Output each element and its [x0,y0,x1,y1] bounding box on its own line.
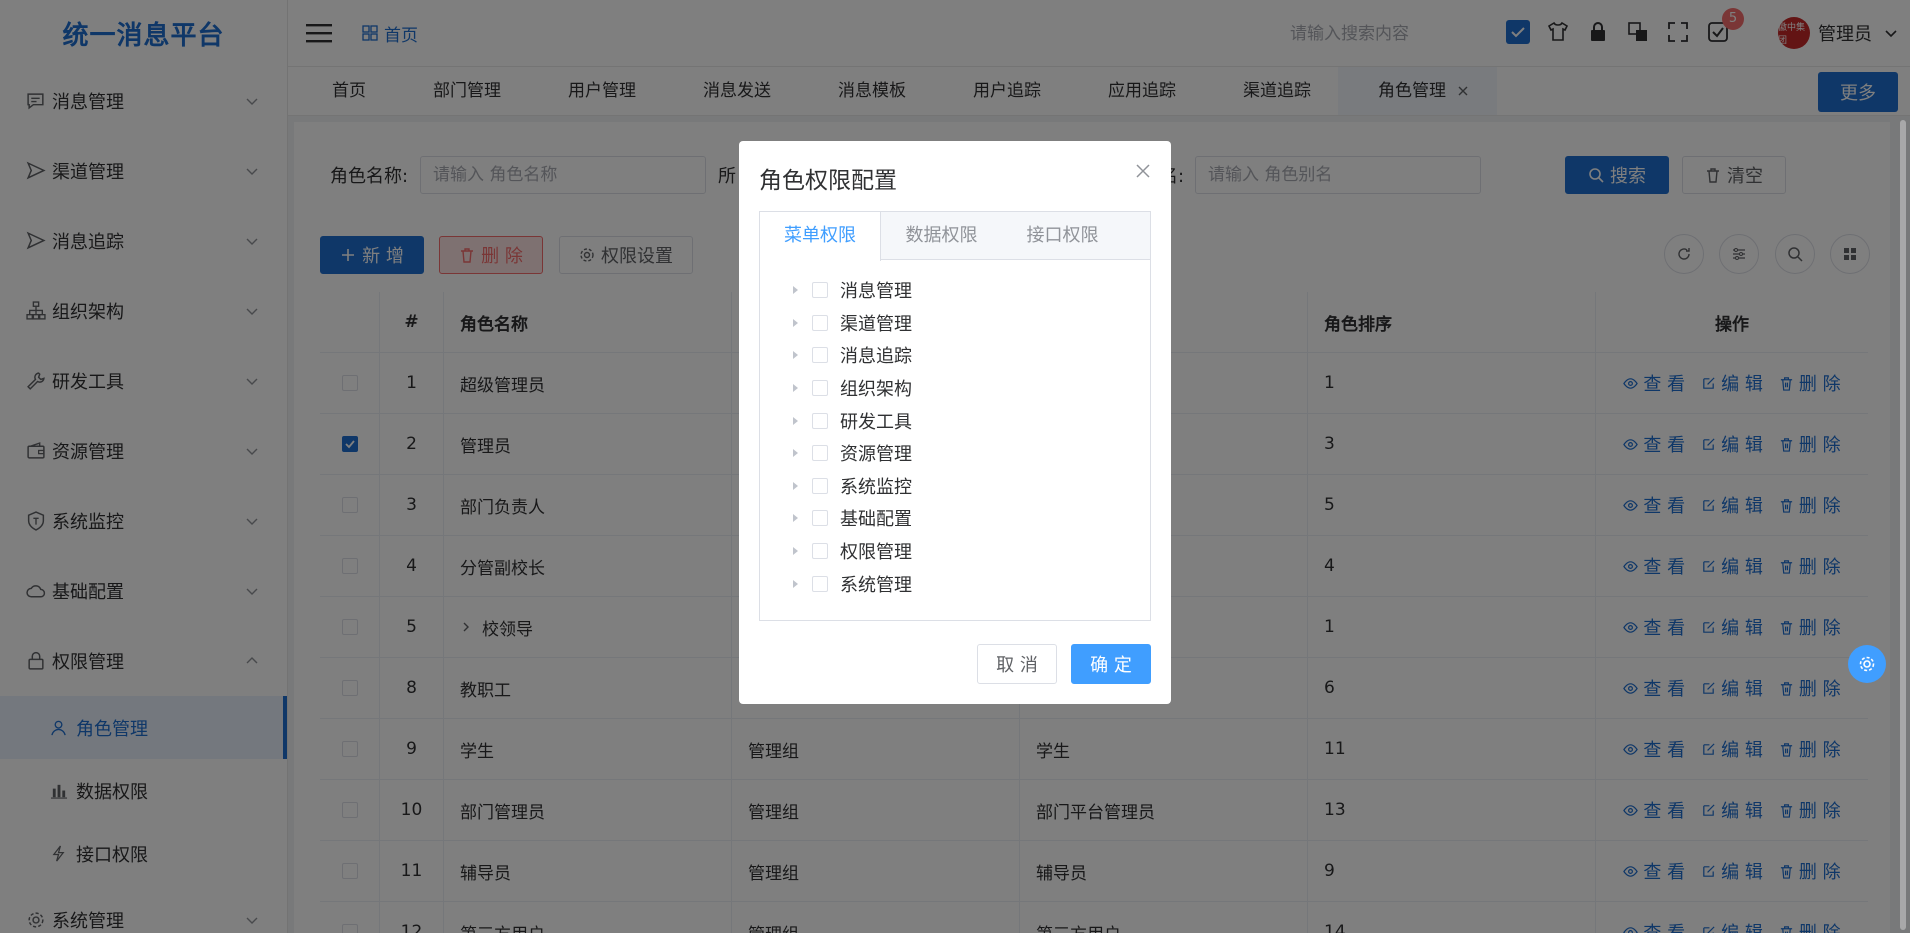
tree-checkbox[interactable] [812,575,828,592]
tree-checkbox[interactable] [812,510,828,527]
dialog-tab-2[interactable]: 接口权限 [1002,212,1123,260]
caret-right-icon[interactable] [790,285,800,295]
tree-node[interactable]: 消息管理 [790,274,1150,307]
tree-node[interactable]: 系统监控 [790,470,1150,503]
tree-checkbox[interactable] [812,412,828,429]
tree-node[interactable]: 研发工具 [790,404,1150,437]
caret-right-icon[interactable] [790,579,800,589]
tree-checkbox[interactable] [812,543,828,560]
tree-node-label: 资源管理 [840,444,912,466]
dialog-title: 角色权限配置 [759,168,897,194]
tree-checkbox[interactable] [812,282,828,299]
cancel-button[interactable]: 取 消 [977,644,1057,684]
tree-checkbox[interactable] [812,347,828,364]
caret-right-icon[interactable] [790,546,800,556]
caret-right-icon[interactable] [790,448,800,458]
tree-node-label: 组织架构 [840,379,912,401]
tree-node-label: 基础配置 [840,509,912,531]
tree-node-label: 消息追踪 [840,346,912,368]
caret-right-icon[interactable] [790,350,800,360]
menu-permission-tree: 消息管理渠道管理消息追踪组织架构研发工具资源管理系统监控基础配置权限管理系统管理 [760,260,1150,600]
tree-node[interactable]: 组织架构 [790,372,1150,405]
tree-node-label: 研发工具 [840,411,912,433]
tree-node-label: 消息管理 [840,281,912,303]
confirm-button[interactable]: 确 定 [1071,644,1151,684]
tree-node-label: 权限管理 [840,542,912,564]
floating-settings-button[interactable] [1848,645,1886,683]
dialog-tab-0[interactable]: 菜单权限 [760,212,881,261]
tree-node-label: 渠道管理 [840,313,912,335]
dialog-tabs: 菜单权限 数据权限 接口权限 消息管理渠道管理消息追踪组织架构研发工具资源管理系统监… [759,211,1151,621]
tree-node[interactable]: 权限管理 [790,535,1150,568]
tree-node[interactable]: 渠道管理 [790,307,1150,340]
caret-right-icon[interactable] [790,416,800,426]
caret-right-icon[interactable] [790,513,800,523]
tree-checkbox[interactable] [812,445,828,462]
tree-node-label: 系统管理 [840,574,912,596]
tree-checkbox[interactable] [812,380,828,397]
tree-node[interactable]: 基础配置 [790,502,1150,535]
role-permission-dialog: 角色权限配置 菜单权限 数据权限 接口权限 消息管理渠道管理消息追踪组织架构研发工具… [739,141,1171,704]
caret-right-icon[interactable] [790,481,800,491]
tree-checkbox[interactable] [812,314,828,331]
tree-node[interactable]: 系统管理 [790,567,1150,600]
gear-icon [1859,656,1875,672]
close-icon[interactable] [1135,163,1151,179]
page-scrollbar[interactable] [1900,120,1906,930]
dialog-footer: 取 消 确 定 [963,644,1151,684]
caret-right-icon[interactable] [790,318,800,328]
tree-node[interactable]: 消息追踪 [790,339,1150,372]
dialog-tab-bar: 菜单权限 数据权限 接口权限 [760,212,1150,261]
tree-node[interactable]: 资源管理 [790,437,1150,470]
caret-right-icon[interactable] [790,383,800,393]
dialog-tab-1[interactable]: 数据权限 [881,212,1002,260]
tree-checkbox[interactable] [812,477,828,494]
tree-node-label: 系统监控 [840,476,912,498]
